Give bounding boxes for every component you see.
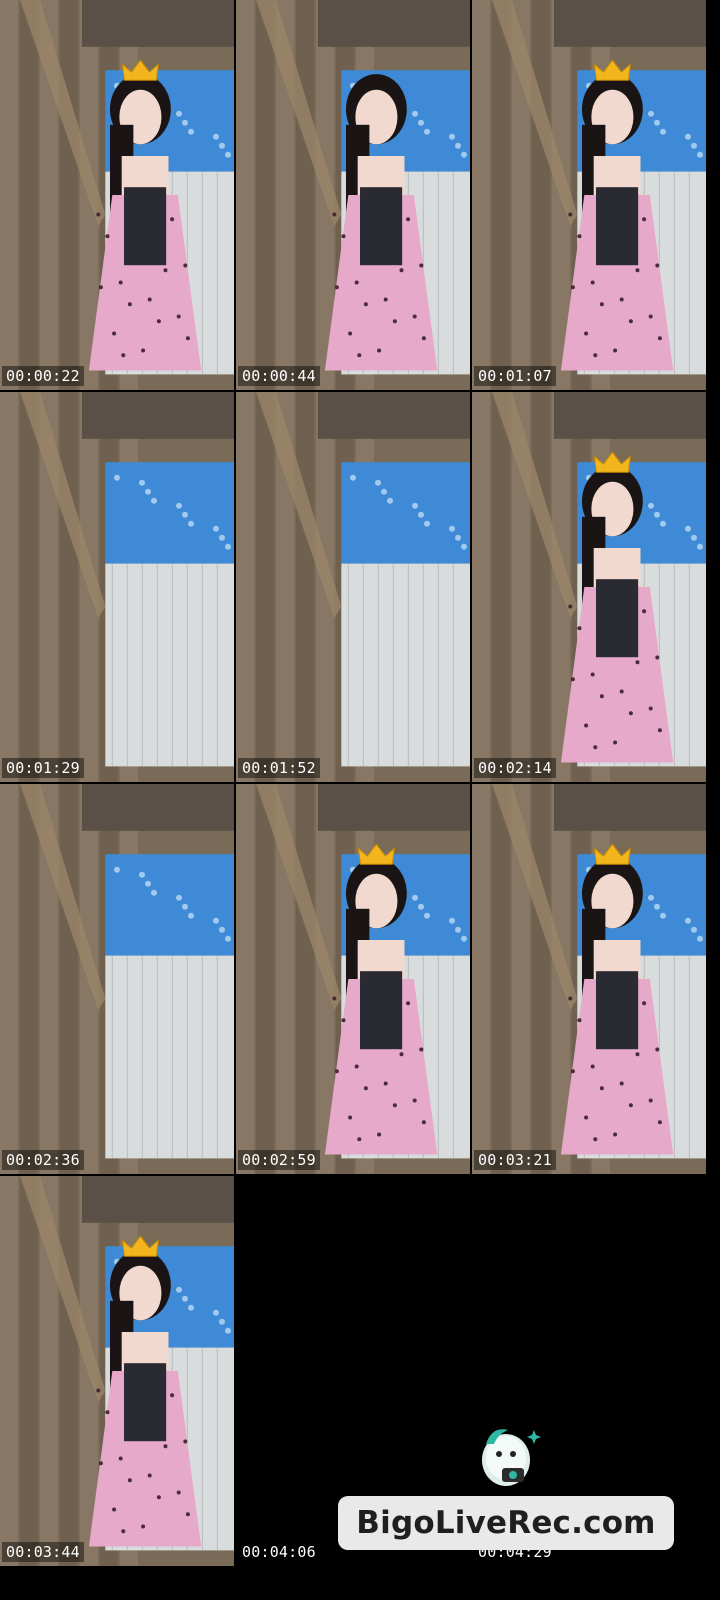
thumbnail-image [472,392,706,782]
thumbnail-timestamp: 00:03:44 [2,1542,84,1562]
thumbnail-image [236,392,470,782]
thumbnail-timestamp: 00:02:36 [2,1150,84,1170]
logo-text-rec: Rec.com [507,1505,656,1541]
thumbnail-timestamp: 00:03:21 [474,1150,556,1170]
thumbnail-timestamp: 00:02:14 [474,758,556,778]
thumbnail-timestamp: 00:01:29 [2,758,84,778]
video-thumbnail[interactable]: 00:00:44 [236,0,470,390]
thumbnail-timestamp: 00:02:59 [238,1150,320,1170]
thumbnail-timestamp: 00:00:22 [2,366,84,386]
video-thumbnail[interactable]: 00:03:21 [472,784,706,1174]
thumbnail-image [0,392,234,782]
video-thumbnail[interactable]: 00:01:07 [472,0,706,390]
thumbnail-timestamp: 00:00:44 [238,366,320,386]
thumbnail-image [0,784,234,1174]
watermark-logo: BigoLive Rec.com [338,1420,674,1552]
bigo-mascot-icon [482,1429,541,1486]
video-thumbnail[interactable]: 00:02:36 [0,784,234,1174]
video-thumbnail[interactable]: 00:03:44 [0,1176,234,1566]
video-thumbnail[interactable]: 00:02:14 [472,392,706,782]
logo-text-box: BigoLive Rec.com [338,1496,674,1550]
thumbnail-image [0,1176,234,1566]
thumbnail-timestamp: 00:04:06 [238,1542,320,1562]
thumbnail-timestamp: 00:01:07 [474,366,556,386]
video-thumbnail[interactable]: 00:02:59 [236,784,470,1174]
thumbnail-image [472,0,706,390]
video-thumbnail[interactable]: 00:01:52 [236,392,470,782]
thumbnail-image [236,784,470,1174]
thumbnail-timestamp: 00:01:52 [238,758,320,778]
thumbnail-image [472,784,706,1174]
video-thumbnail[interactable]: 00:01:29 [0,392,234,782]
video-thumbnail[interactable]: 00:00:22 [0,0,234,390]
thumbnail-image [0,0,234,390]
thumbnail-image [236,0,470,390]
thumbnail-grid: 00:00:22 00:00:44 00:01:07 00:01:29 00:01:52… [0,0,720,1600]
logo-text-main: BigoLive [356,1505,508,1541]
